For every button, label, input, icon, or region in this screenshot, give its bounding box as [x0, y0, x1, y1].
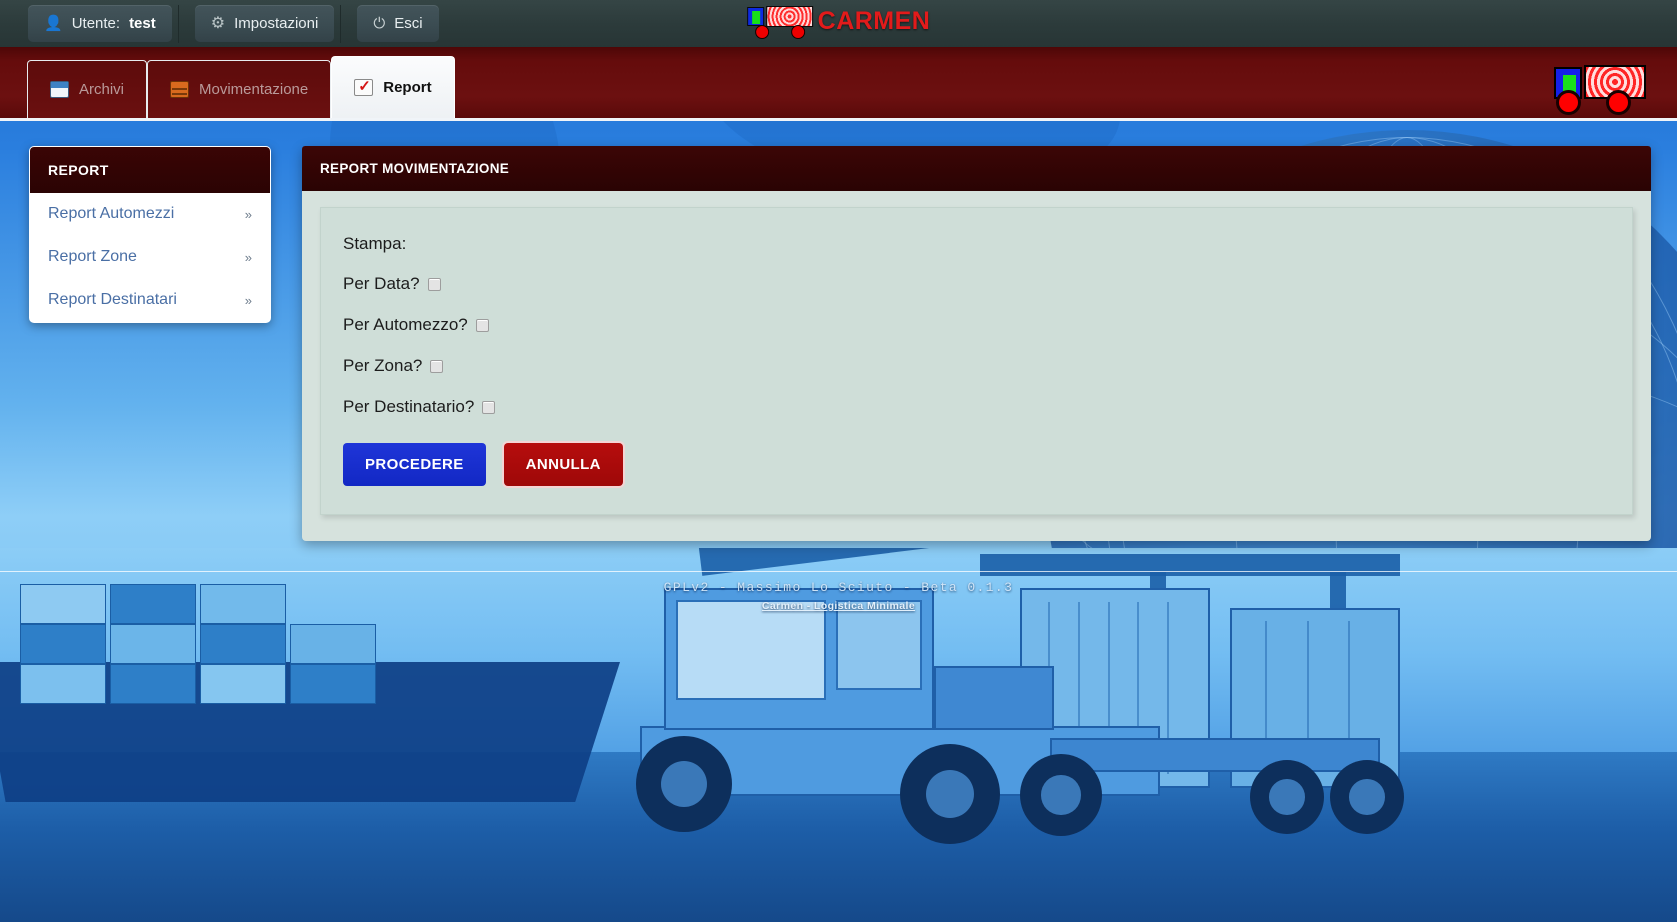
form-actions: PROCEDERE ANNULLA — [343, 443, 1610, 486]
photo-truck-side-window — [836, 600, 922, 690]
photo-container — [110, 624, 196, 664]
sidebar-panel: REPORT Report Automezzi » Report Zone » … — [29, 146, 271, 323]
photo-trailer — [1050, 738, 1380, 772]
option-label: Per Data? — [343, 274, 420, 293]
sidebar-item-label: Report Automezzi — [48, 205, 175, 222]
app-brand: CARMEN — [746, 3, 931, 39]
option-label: Per Automezzo? — [343, 315, 468, 334]
logout-button[interactable]: ⏻ Esci — [357, 5, 439, 42]
checkbox-per-automezzo[interactable] — [475, 318, 489, 332]
report-form: Stampa: Per Data? Per Automezzo? Per Zon… — [320, 207, 1633, 515]
user-button[interactable]: 👤 Utente: test — [28, 5, 172, 42]
panel-title: REPORT MOVIMENTAZIONE — [302, 146, 1651, 191]
settings-label: Impostazioni — [234, 15, 319, 32]
archive-icon — [50, 81, 69, 98]
main-panel: REPORT MOVIMENTAZIONE Stampa: Per Data? … — [302, 146, 1651, 541]
form-heading: Stampa: — [343, 234, 1610, 254]
checkbox-per-destinatario[interactable] — [482, 400, 496, 414]
footer-divider — [0, 571, 1677, 572]
brand-name: CARMEN — [817, 6, 931, 35]
photo-truck-windshield — [676, 600, 826, 700]
footer-license-line: GPLv2 - Massimo Lo Sciuto - Beta 0.1.3 — [663, 580, 1014, 595]
sidebar-item-report-destinatari[interactable]: Report Destinatari » — [30, 279, 270, 322]
photo-truck-counterweight — [934, 666, 1054, 730]
photo-truck-wheel — [900, 744, 1000, 844]
photo-container — [290, 624, 376, 664]
footer-tagline-link[interactable]: Carmen - Logistica Minimale — [0, 600, 1677, 612]
sidebar-title: REPORT — [30, 147, 270, 193]
sidebar-item-report-zone[interactable]: Report Zone » — [30, 236, 270, 279]
footer: GPLv2 - Massimo Lo Sciuto - Beta 0.1.3 C… — [0, 580, 1677, 612]
tab-movimentazione[interactable]: Movimentazione — [147, 60, 332, 118]
option-per-automezzo[interactable]: Per Automezzo? — [343, 315, 1610, 335]
photo-container — [110, 664, 196, 704]
annulla-button[interactable]: ANNULLA — [503, 443, 623, 486]
photo-truck-wheel — [1020, 754, 1102, 836]
truck-logo-icon — [746, 3, 813, 39]
photo-container — [290, 664, 376, 704]
sidebar-item-label: Report Zone — [48, 248, 137, 265]
nav-bar: Archivi Movimentazione Report — [0, 47, 1677, 121]
logout-label: Esci — [394, 15, 423, 32]
chevron-right-icon: » — [244, 249, 252, 265]
option-label: Per Destinatario? — [343, 397, 475, 416]
tab-label: Archivi — [79, 81, 125, 98]
photo-container — [20, 664, 106, 704]
gear-icon: ⚙ — [210, 14, 226, 32]
option-label: Per Zona? — [343, 356, 423, 375]
photo-truck-wheel — [636, 736, 732, 832]
tab-strip: Archivi Movimentazione Report — [27, 56, 455, 118]
chevron-right-icon: » — [244, 292, 252, 308]
tab-label: Movimentazione — [199, 81, 309, 98]
option-per-zona[interactable]: Per Zona? — [343, 356, 1610, 376]
tab-archivi[interactable]: Archivi — [27, 60, 148, 118]
user-name: test — [129, 15, 156, 32]
chevron-right-icon: » — [244, 206, 252, 222]
checkbox-per-data[interactable] — [427, 277, 441, 291]
toolbar-divider — [177, 4, 179, 43]
nav-truck-logo — [1540, 56, 1655, 118]
option-per-data[interactable]: Per Data? — [343, 274, 1610, 294]
tab-label: Report — [383, 79, 432, 96]
sidebar-item-report-automezzi[interactable]: Report Automezzi » — [30, 193, 270, 236]
photo-trailer-wheel — [1330, 760, 1404, 834]
photo-container — [20, 624, 106, 664]
truck-logo-icon — [1544, 58, 1652, 116]
barrel-icon — [170, 81, 190, 98]
tab-report[interactable]: Report — [331, 56, 455, 118]
checklist-icon — [354, 77, 374, 96]
checkbox-per-zona[interactable] — [430, 359, 444, 373]
sidebar-item-label: Report Destinatari — [48, 291, 177, 308]
form-heading-label: Stampa: — [343, 234, 407, 253]
settings-button[interactable]: ⚙ Impostazioni — [194, 5, 335, 42]
panel-body: Stampa: Per Data? Per Automezzo? Per Zon… — [302, 191, 1651, 541]
power-icon: ⏻ — [373, 15, 386, 32]
photo-container — [200, 624, 286, 664]
user-icon: 👤 — [44, 15, 63, 32]
photo-trailer-wheel — [1250, 760, 1324, 834]
toolbar-divider — [340, 4, 342, 43]
option-per-destinatario[interactable]: Per Destinatario? — [343, 397, 1610, 417]
photo-container — [200, 664, 286, 704]
procedere-button[interactable]: PROCEDERE — [343, 443, 486, 486]
user-label: Utente: — [71, 15, 121, 32]
